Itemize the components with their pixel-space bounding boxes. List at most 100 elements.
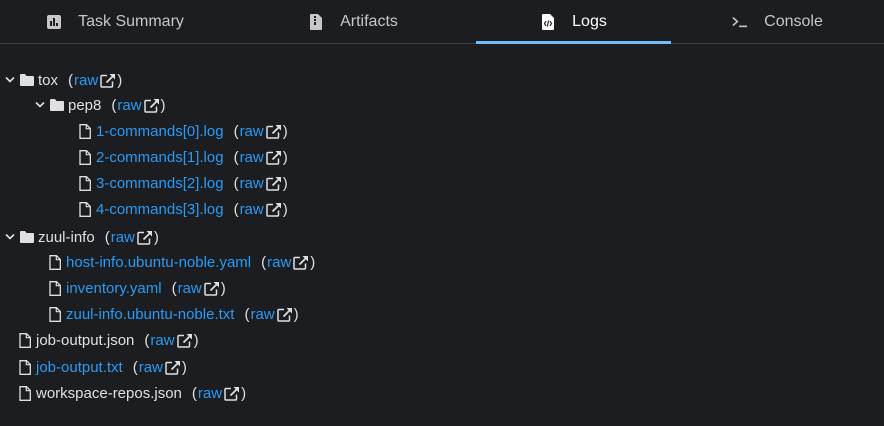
file-icon (78, 149, 92, 165)
tree-file-row: 2-commands[1].log (raw) (78, 144, 288, 170)
paren-open: ( (233, 122, 239, 140)
tab-label: Task Summary (78, 12, 184, 30)
folder-name: pep8 (68, 96, 102, 114)
raw-link[interactable]: raw (240, 201, 264, 218)
paren-open: ( (104, 228, 110, 246)
file-link[interactable]: host-info.ubuntu-noble.yaml (66, 254, 251, 271)
paren-open: ( (132, 358, 138, 376)
raw-link-group: (raw) (111, 97, 165, 114)
raw-link[interactable]: raw (240, 123, 264, 140)
tree-file-row: 3-commands[2].log (raw) (78, 170, 288, 196)
raw-link[interactable]: raw (74, 72, 98, 89)
tab-label: Artifacts (340, 12, 398, 30)
raw-link-group: (raw) (234, 175, 288, 192)
file-link[interactable]: inventory.yaml (66, 280, 162, 297)
paren-open: ( (233, 200, 239, 218)
file-name: job-output.json (36, 331, 135, 349)
chart-icon (46, 14, 62, 30)
tree-file-row: 1-commands[0].log (raw) (78, 118, 288, 144)
paren-close: ) (293, 305, 299, 323)
raw-link[interactable]: raw (240, 149, 264, 166)
paren-close: ) (282, 148, 288, 166)
folder-open-icon (50, 98, 64, 112)
raw-link[interactable]: raw (139, 359, 163, 376)
paren-close: ) (153, 228, 159, 246)
external-link-icon[interactable] (176, 332, 193, 348)
external-link-icon[interactable] (293, 254, 309, 270)
external-link-icon[interactable] (265, 149, 282, 165)
tab-console[interactable]: Console (671, 0, 884, 43)
external-link-icon[interactable] (276, 306, 293, 322)
file-link[interactable]: 3-commands[2].log (96, 175, 224, 192)
file-icon (78, 201, 92, 217)
paren-close: ) (117, 71, 123, 89)
tree-folder-row: tox (raw) (4, 67, 122, 93)
file-link[interactable]: zuul-info.ubuntu-noble.txt (66, 306, 234, 323)
tree-folder-row: pep8 (raw) (34, 92, 166, 118)
chevron-down-icon[interactable] (4, 74, 16, 86)
tab-artifacts[interactable]: Artifacts (230, 0, 476, 43)
external-link-icon[interactable] (100, 72, 116, 88)
file-link[interactable]: 4-commands[3].log (96, 201, 224, 218)
raw-link-group: (raw) (133, 359, 187, 376)
file-icon (18, 385, 32, 401)
raw-link[interactable]: raw (150, 332, 174, 349)
tree-folder-row: zuul-info (raw) (4, 224, 159, 250)
file-link[interactable]: 2-commands[1].log (96, 149, 224, 166)
external-link-icon[interactable] (265, 201, 282, 217)
external-link-icon[interactable] (265, 175, 282, 191)
chevron-down-icon[interactable] (4, 231, 16, 243)
paren-close: ) (282, 122, 288, 140)
terminal-icon (732, 14, 748, 30)
tab-label: Logs (572, 12, 607, 30)
paren-open: ( (244, 305, 250, 323)
file-icon (78, 123, 92, 139)
raw-link-group: (raw) (261, 254, 315, 271)
tree-file-row: zuul-info.ubuntu-noble.txt (raw) (48, 301, 299, 327)
raw-link-group: (raw) (144, 332, 198, 349)
file-zip-icon (308, 13, 324, 30)
paren-close: ) (310, 253, 316, 271)
raw-link[interactable]: raw (117, 97, 141, 114)
paren-open: ( (233, 148, 239, 166)
external-link-icon[interactable] (204, 280, 220, 296)
paren-open: ( (191, 384, 197, 402)
paren-close: ) (181, 358, 187, 376)
tab-task-summary[interactable]: Task Summary (0, 0, 230, 43)
tree-file-row: workspace-repos.json (raw) (18, 380, 246, 406)
file-link[interactable]: 1-commands[0].log (96, 123, 224, 140)
tree-file-row: job-output.txt (raw) (18, 354, 187, 380)
file-icon (18, 332, 32, 348)
raw-link[interactable]: raw (240, 175, 264, 192)
paren-open: ( (111, 96, 117, 114)
chevron-down-icon[interactable] (34, 99, 46, 111)
external-link-icon[interactable] (224, 385, 240, 401)
external-link-icon[interactable] (143, 97, 160, 113)
paren-close: ) (220, 279, 226, 297)
raw-link[interactable]: raw (267, 254, 291, 271)
paren-open: ( (261, 253, 267, 271)
raw-link[interactable]: raw (198, 385, 222, 402)
raw-link[interactable]: raw (250, 306, 274, 323)
folder-open-icon (20, 73, 34, 87)
file-link[interactable]: job-output.txt (36, 359, 123, 376)
external-link-icon[interactable] (137, 229, 153, 245)
file-name: workspace-repos.json (36, 384, 182, 402)
raw-link-group: (raw) (105, 229, 159, 246)
raw-link-group: (raw) (68, 72, 122, 89)
tab-logs[interactable]: Logs (476, 0, 671, 44)
raw-link[interactable]: raw (178, 280, 202, 297)
raw-link[interactable]: raw (111, 229, 135, 246)
file-icon (48, 254, 62, 270)
raw-link-group: (raw) (234, 123, 288, 140)
paren-open: ( (144, 331, 150, 349)
tree-file-row: host-info.ubuntu-noble.yaml (raw) (48, 249, 315, 275)
raw-link-group: (raw) (192, 385, 246, 402)
external-link-icon[interactable] (165, 359, 181, 375)
paren-close: ) (282, 174, 288, 192)
external-link-icon[interactable] (265, 123, 282, 139)
folder-open-icon (20, 230, 34, 244)
raw-link-group: (raw) (172, 280, 226, 297)
paren-open: ( (68, 71, 74, 89)
file-icon (48, 280, 62, 296)
